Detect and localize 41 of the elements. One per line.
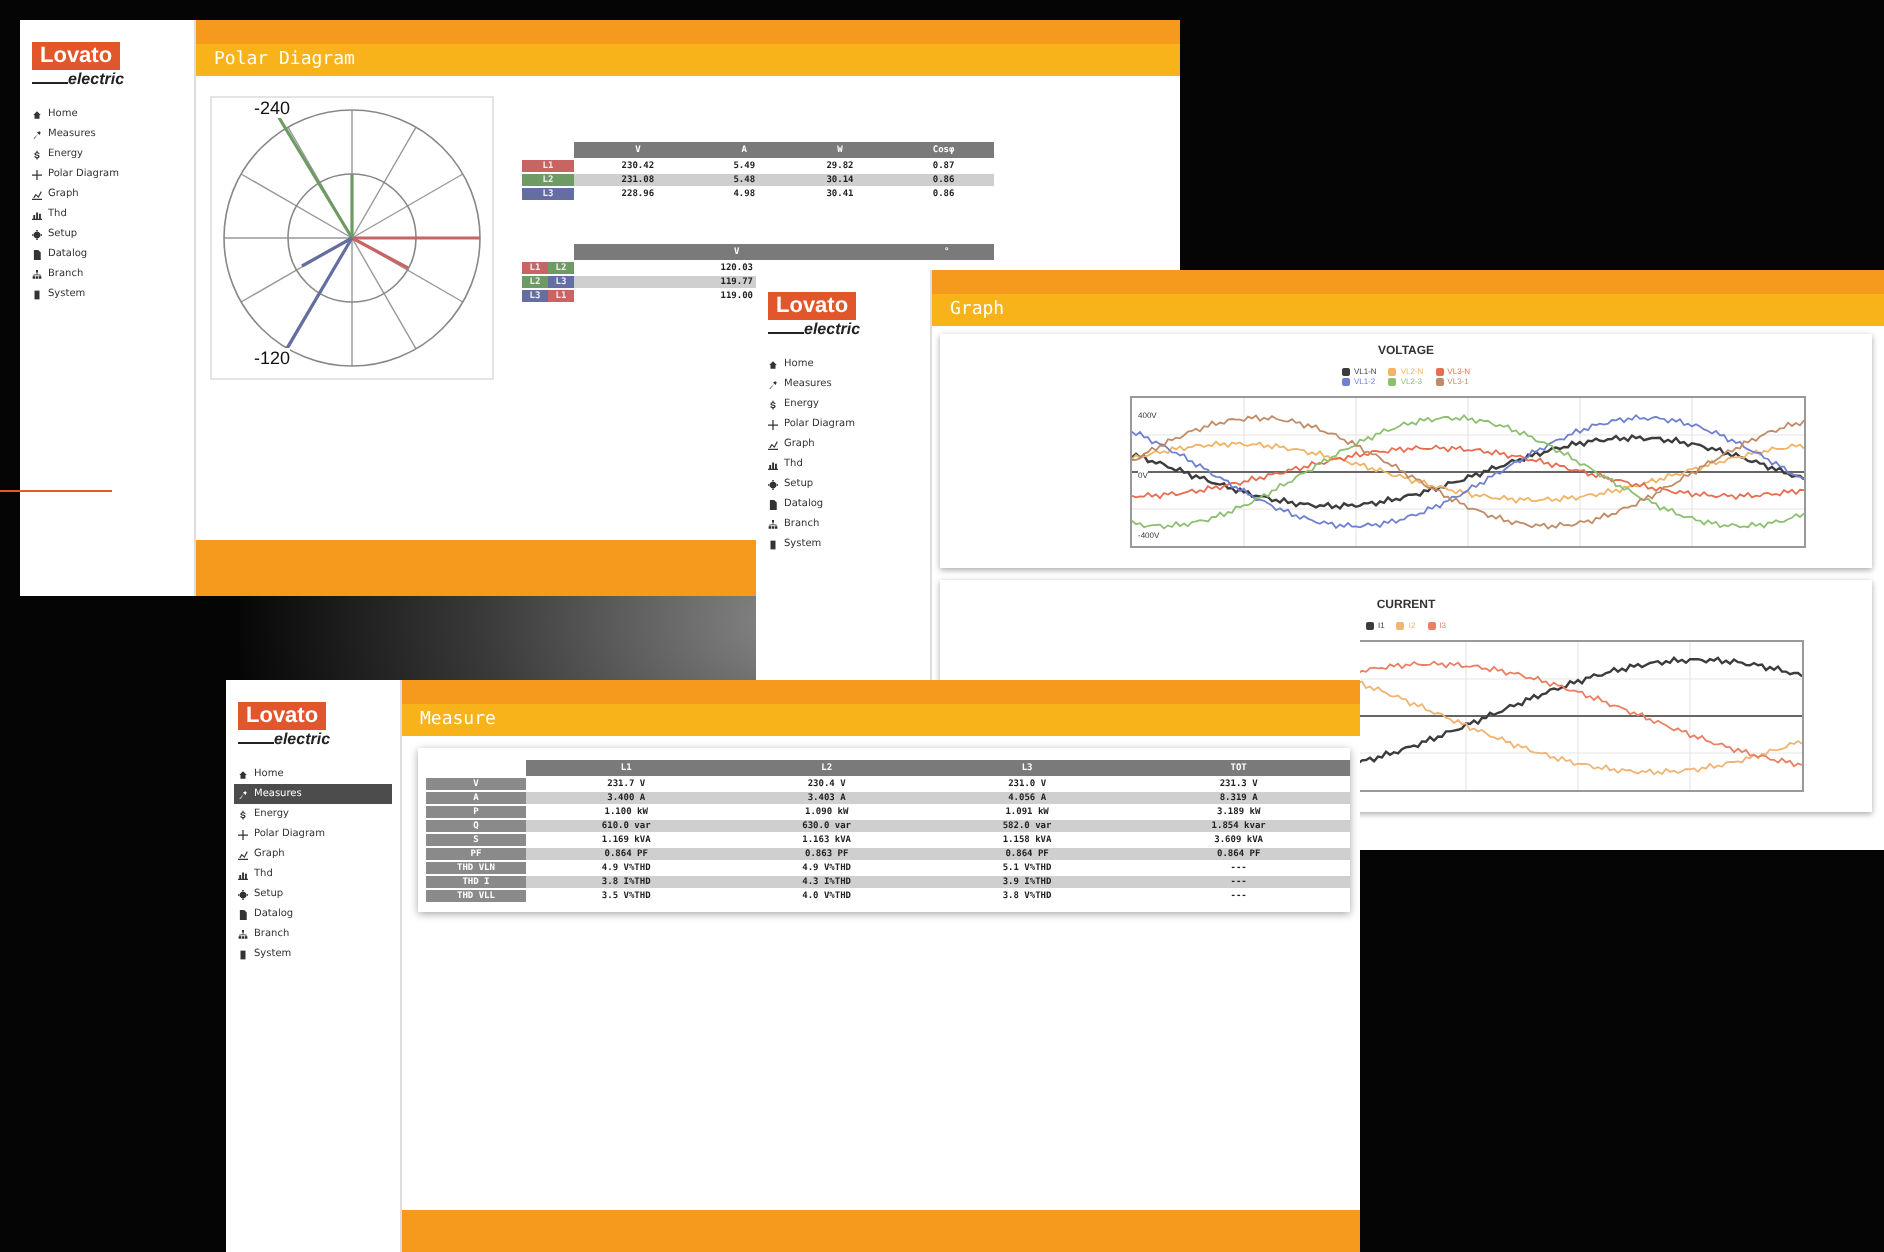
house-icon (238, 769, 248, 779)
wrench-icon (32, 129, 42, 139)
cylinder-icon (32, 289, 42, 299)
cylinder-icon (238, 949, 248, 959)
dollar-icon (32, 149, 42, 159)
line-chart-icon (32, 189, 42, 199)
angle-label: -120 (254, 348, 291, 368)
bar-chart-icon (768, 459, 778, 469)
brand-subtitle: electric (274, 730, 331, 748)
cylinder-icon (768, 539, 778, 549)
angle-label: -240 (254, 98, 291, 118)
crosshair-icon (238, 829, 248, 839)
brand-logo: Lovato (768, 292, 857, 320)
brand-logo: Lovato (32, 42, 121, 70)
line-chart-icon (238, 849, 248, 859)
house-icon (32, 109, 42, 119)
document-icon (238, 909, 248, 919)
brand-logo: Lovato (238, 702, 327, 730)
gear-icon (32, 229, 42, 239)
document-icon (768, 499, 778, 509)
page-title-bar: Polar Diagram (196, 44, 1180, 76)
crosshair-icon (768, 419, 778, 429)
tree-icon (32, 269, 42, 279)
line-chart-icon (768, 439, 778, 449)
page-title-bar: Measure (402, 704, 1360, 736)
tree-icon (768, 519, 778, 529)
dollar-icon (768, 399, 778, 409)
dollar-icon (238, 809, 248, 819)
brand-subtitle: electric (804, 320, 861, 338)
tree-icon (238, 929, 248, 939)
gear-icon (238, 889, 248, 899)
page-title-bar: Graph (932, 294, 1884, 326)
wrench-icon (238, 789, 248, 799)
brand-subtitle: electric (68, 70, 125, 88)
bar-chart-icon (238, 869, 248, 879)
gear-icon (768, 479, 778, 489)
bar-chart-icon (32, 209, 42, 219)
house-icon (768, 359, 778, 369)
crosshair-icon (32, 169, 42, 179)
wrench-icon (768, 379, 778, 389)
document-icon (32, 249, 42, 259)
